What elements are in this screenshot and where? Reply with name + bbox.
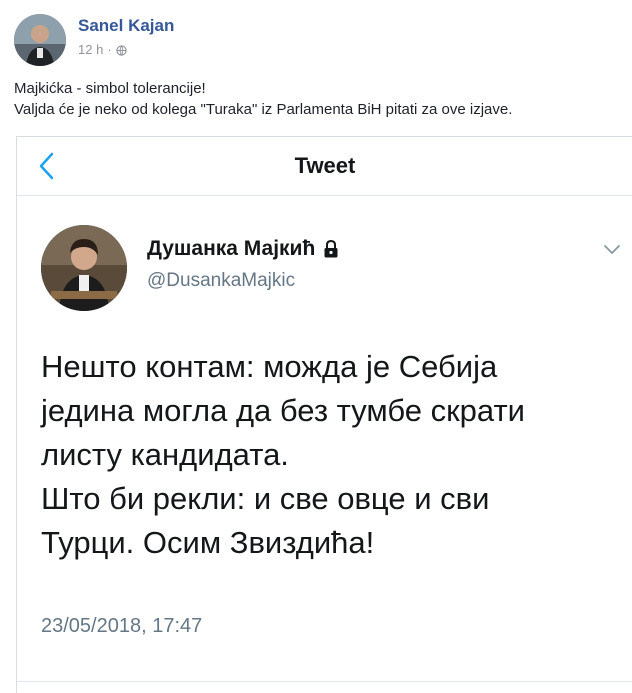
tweet-nav-bar: Tweet — [17, 137, 632, 196]
tweet-timestamp[interactable]: 23/05/2018, 17:47 — [41, 615, 202, 638]
tweet-author-avatar[interactable] — [41, 225, 127, 311]
post-text: Majkićka - simbol tolerancije! Valjda će… — [14, 78, 624, 120]
tweet-nav-title: Tweet — [294, 153, 356, 178]
tweet-body-line: Што би рекли: и све овце и сви — [41, 481, 490, 516]
chevron-down-icon[interactable] — [603, 243, 621, 257]
tweet-body-line: једина могла да без тумбе скрати — [41, 393, 525, 428]
globe-icon[interactable] — [115, 44, 127, 56]
author-avatar[interactable] — [14, 14, 66, 66]
tweet-screenshot[interactable]: Tweet Душанка Мајкић @DusankaMajkic Нешт… — [16, 136, 632, 693]
tweet-body-line: листу кандидата. — [41, 437, 289, 472]
tweet-author-name[interactable]: Душанка Мајкић — [147, 237, 339, 261]
tweet-author-handle[interactable]: @DusankaMajkic — [147, 270, 295, 292]
meta-separator: · — [107, 42, 112, 57]
post-text-line: Valjda će je neko od kolega "Turaka" iz … — [14, 101, 513, 118]
post-time[interactable]: 12 h — [78, 42, 103, 57]
lock-icon — [323, 239, 339, 258]
post-text-line: Majkićka - simbol tolerancije! — [14, 80, 206, 97]
tweet-body: Нешто контам: можда је Себија једина мог… — [41, 345, 626, 565]
author-name[interactable]: Sanel Kajan — [78, 16, 174, 36]
tweet-author-name-text: Душанка Мајкић — [147, 237, 316, 260]
divider — [17, 681, 632, 682]
tweet-body-line: Турци. Осим Звиздића! — [41, 525, 375, 560]
post-meta: 12 h · — [78, 42, 127, 57]
tweet-body-line: Нешто контам: можда је Себија — [41, 349, 498, 384]
